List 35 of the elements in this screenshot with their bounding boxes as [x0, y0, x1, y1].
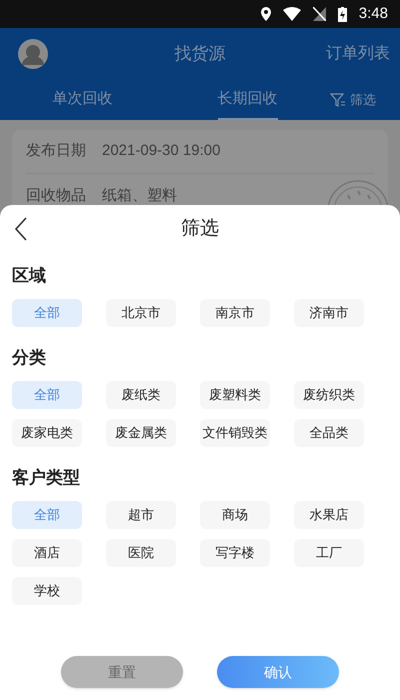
filter-chip[interactable]: 南京市 — [200, 299, 270, 327]
section-title: 区域 — [12, 265, 47, 287]
battery-icon — [338, 6, 347, 22]
field-label: 回收物品 — [26, 186, 86, 206]
filter-chip[interactable]: 医院 — [106, 539, 176, 567]
filter-chip[interactable]: 酒店 — [12, 539, 82, 567]
no-signal-icon — [312, 7, 326, 21]
section-title: 分类 — [12, 347, 47, 369]
page-title: 找货源 — [174, 43, 226, 66]
back-icon[interactable] — [14, 217, 28, 241]
filter-chip[interactable]: 水果店 — [294, 501, 364, 529]
filter-chip[interactable]: 全品类 — [294, 419, 364, 447]
sheet-title: 筛选 — [181, 216, 219, 241]
wifi-icon — [282, 7, 301, 21]
filter-icon — [330, 92, 346, 108]
filter-chip[interactable]: 学校 — [12, 577, 82, 605]
filter-chip[interactable]: 废塑料类 — [200, 381, 270, 409]
location-icon — [260, 7, 271, 21]
field-label: 发布日期 — [26, 141, 86, 162]
section-title: 客户类型 — [12, 467, 81, 489]
filter-chip[interactable]: 商场 — [200, 501, 270, 529]
filter-chip[interactable]: 废纺织类 — [294, 381, 364, 409]
filter-chip[interactable]: 济南市 — [294, 299, 364, 327]
filter-chip[interactable]: 工厂 — [294, 539, 364, 567]
filter-chip[interactable]: 废纸类 — [106, 381, 176, 409]
field-value: 纸箱、塑料 — [102, 186, 177, 206]
filter-chip[interactable]: 废金属类 — [106, 419, 176, 447]
status-time: 3:48 — [358, 4, 388, 24]
filter-chip[interactable]: 废家电类 — [12, 419, 82, 447]
avatar-icon[interactable] — [18, 39, 48, 69]
filter-chip[interactable]: 超市 — [106, 501, 176, 529]
field-value: 2021-09-30 19:00 — [102, 141, 220, 162]
filter-chip[interactable]: 文件销毁类 — [200, 419, 270, 447]
filter-chip[interactable]: 写字楼 — [200, 539, 270, 567]
filter-chip[interactable]: 北京市 — [106, 299, 176, 327]
